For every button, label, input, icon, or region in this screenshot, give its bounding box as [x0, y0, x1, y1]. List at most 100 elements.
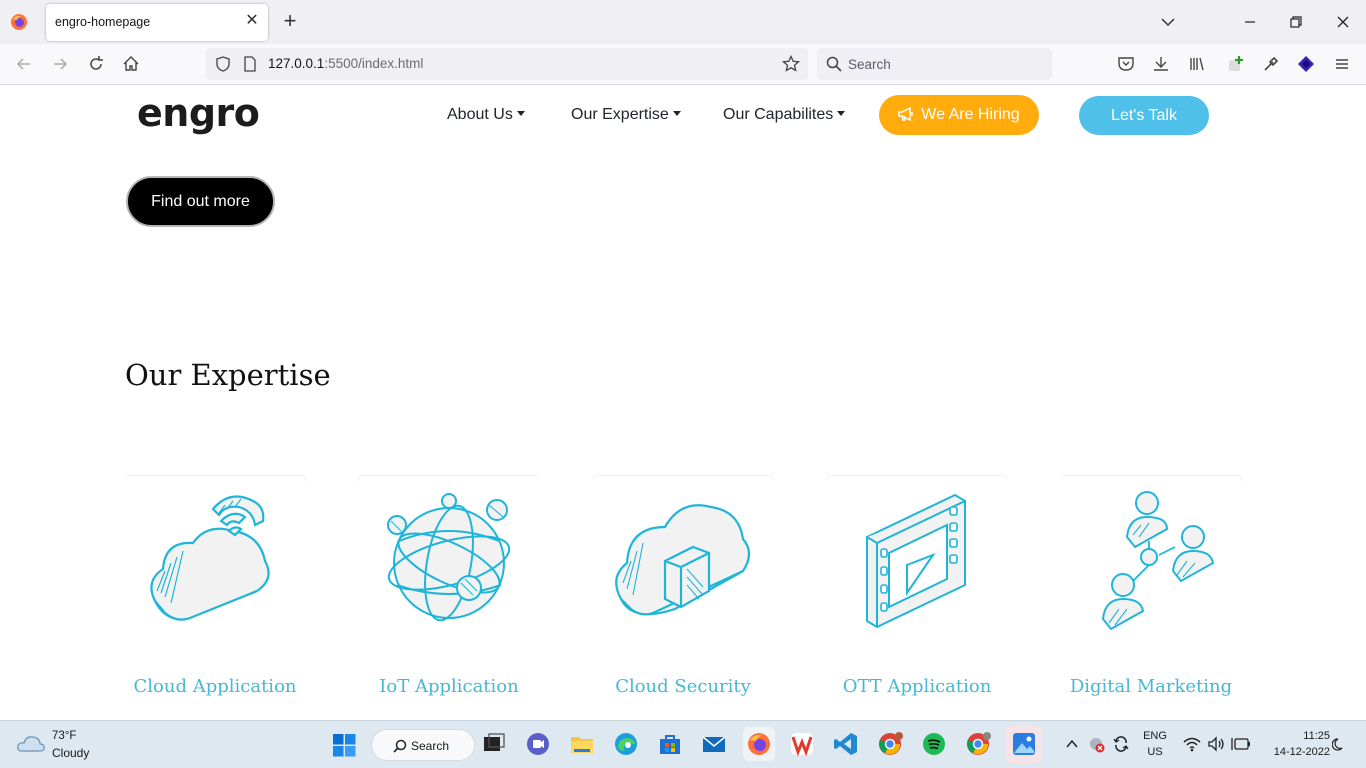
chevron-up-icon[interactable] [1065, 738, 1079, 750]
web-page: engro About Us Our Expertise Our Capabil… [0, 85, 1366, 720]
extension-plus-icon[interactable] [1226, 54, 1246, 74]
card-title: Cloud Application [133, 676, 297, 697]
card-title: Digital Marketing [1069, 676, 1233, 697]
browser-tab-bar: engro-homepage ✕ + [0, 0, 1366, 44]
url-host: 127.0.0.1 [268, 56, 325, 71]
photos-app-icon[interactable] [1006, 725, 1042, 763]
moon-icon[interactable] [1332, 737, 1346, 751]
nav-our-expertise[interactable]: Our Expertise [571, 106, 681, 124]
sync-icon[interactable] [1112, 735, 1130, 753]
minimize-icon[interactable] [1240, 12, 1260, 32]
clock-time[interactable]: 11:25 [1290, 730, 1330, 742]
search-placeholder: Search [848, 57, 891, 72]
onedrive-error-icon[interactable] [1088, 736, 1106, 754]
cloud-wifi-icon [150, 495, 270, 621]
search-icon [393, 739, 407, 753]
expertise-card-ott-application[interactable]: OTT Application [827, 475, 1007, 715]
search-icon [826, 56, 842, 72]
reload-icon[interactable] [86, 54, 106, 74]
nav-about-us-label: About Us [447, 106, 513, 123]
expertise-card-iot-application[interactable]: IoT Application [359, 475, 539, 715]
library-icon[interactable] [1187, 54, 1207, 74]
hamburger-menu-icon[interactable] [1332, 54, 1352, 74]
card-title: Cloud Security [615, 676, 751, 697]
lets-talk-button[interactable]: Let's Talk [1079, 96, 1209, 135]
expertise-card-cloud-security[interactable]: Cloud Security [593, 475, 773, 715]
we-are-hiring-label: We Are Hiring [921, 106, 1020, 123]
vscode-icon[interactable] [833, 731, 859, 757]
microsoft-store-icon[interactable] [657, 731, 683, 757]
task-view-icon[interactable] [481, 731, 507, 757]
url-bar[interactable]: 127.0.0.1:5500/index.html [206, 48, 808, 80]
home-icon[interactable] [121, 54, 141, 74]
mail-icon[interactable] [701, 731, 727, 757]
pocket-icon[interactable] [1116, 54, 1136, 74]
eyedropper-icon[interactable] [1261, 54, 1281, 74]
firefox-icon[interactable] [10, 13, 28, 31]
people-network-icon [1101, 491, 1215, 631]
restore-icon[interactable] [1286, 12, 1306, 32]
tab-title: engro-homepage [55, 15, 151, 29]
card-border [827, 475, 1007, 481]
bookmark-star-icon[interactable] [782, 55, 800, 73]
browser-tab[interactable]: engro-homepage ✕ [46, 4, 268, 41]
close-window-icon[interactable] [1333, 12, 1353, 32]
nav-our-expertise-label: Our Expertise [571, 106, 669, 123]
chrome-profile-1-icon[interactable] [877, 731, 903, 757]
card-title: OTT Application [842, 676, 992, 697]
card-border [1061, 475, 1241, 481]
volume-icon[interactable] [1207, 736, 1226, 752]
new-tab-icon[interactable]: + [280, 10, 300, 32]
nav-about-us[interactable]: About Us [447, 106, 525, 124]
teams-chat-icon[interactable] [525, 731, 551, 757]
tab-close-icon[interactable]: ✕ [244, 13, 260, 29]
forward-icon[interactable] [50, 54, 70, 74]
file-explorer-icon[interactable] [569, 731, 595, 757]
back-icon[interactable] [14, 54, 34, 74]
card-title: IoT Application [379, 676, 519, 697]
taskbar-search-label: Search [411, 739, 450, 753]
nav-our-capabilities[interactable]: Our Capabilites [723, 106, 846, 124]
url-path: :5500/index.html [324, 56, 424, 71]
taskbar-search[interactable]: Search [371, 729, 475, 761]
engro-logo[interactable]: engro [137, 91, 260, 135]
we-are-hiring-button[interactable]: We Are Hiring [879, 95, 1039, 135]
firefox-taskbar-icon[interactable] [743, 727, 775, 761]
language-indicator-bottom[interactable]: US [1140, 746, 1170, 758]
expertise-card-cloud-application[interactable]: Cloud Application [125, 475, 305, 715]
section-title: Our Expertise [125, 358, 331, 392]
spotify-icon[interactable] [921, 731, 947, 757]
card-border [593, 475, 773, 481]
taskbar: 73°F Cloudy Search ENG US 11:25 14-12-20… [0, 720, 1366, 768]
wps-office-icon[interactable] [789, 731, 815, 757]
caret-down-icon [672, 111, 681, 116]
nav-our-capabilities-label: Our Capabilites [723, 106, 834, 123]
cloud-shield-icon [615, 504, 751, 616]
weather-condition[interactable]: Cloudy [52, 746, 89, 760]
shield-icon[interactable] [215, 56, 231, 72]
globe-network-icon [387, 493, 511, 622]
battery-icon[interactable] [1231, 736, 1251, 752]
windows-start-icon[interactable] [333, 734, 356, 757]
caret-down-icon [516, 111, 525, 116]
find-out-more-button[interactable]: Find out more [126, 176, 275, 227]
edge-browser-icon[interactable] [613, 731, 639, 757]
chrome-profile-2-icon[interactable] [965, 731, 991, 757]
page-info-icon[interactable] [242, 56, 258, 72]
list-all-tabs-icon[interactable] [1158, 12, 1178, 32]
url-text: 127.0.0.1:5500/index.html [268, 56, 423, 71]
weather-temperature[interactable]: 73°F [52, 730, 76, 742]
wifi-icon[interactable] [1183, 736, 1201, 752]
cloudy-weather-icon[interactable] [16, 733, 46, 755]
downloads-icon[interactable] [1151, 54, 1171, 74]
browser-nav-bar: 127.0.0.1:5500/index.html Search [0, 44, 1366, 85]
search-bar[interactable]: Search [817, 48, 1052, 80]
expertise-card-digital-marketing[interactable]: Digital Marketing [1061, 475, 1241, 715]
clock-date[interactable]: 14-12-2022 [1256, 746, 1330, 758]
extension-layers-icon[interactable] [1296, 54, 1316, 74]
card-border [125, 475, 305, 481]
caret-down-icon [837, 111, 846, 116]
film-play-icon [866, 493, 966, 629]
language-indicator-top[interactable]: ENG [1140, 730, 1170, 742]
megaphone-icon [898, 106, 914, 122]
